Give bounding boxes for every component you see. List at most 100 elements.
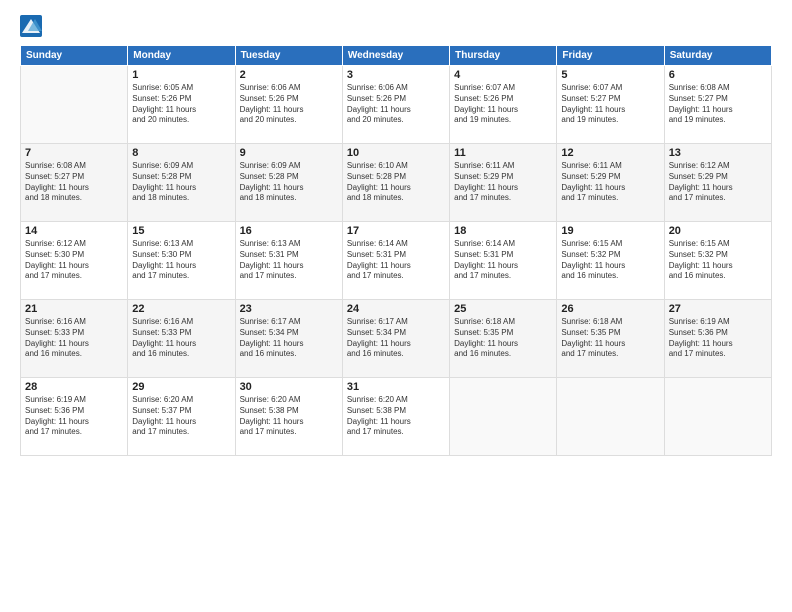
day-number: 20: [669, 225, 767, 237]
weekday-header: Saturday: [664, 46, 771, 66]
day-number: 23: [240, 303, 338, 315]
calendar-cell: 18 Sunrise: 6:14 AMSunset: 5:31 PMDayligh…: [450, 222, 557, 300]
day-number: 13: [669, 147, 767, 159]
calendar-cell: 26Sunrise: 6:18 AMSunset: 5:35 PMDayligh…: [557, 300, 664, 378]
day-info: Sunrise: 6:13 AMSunset: 5:31 PMDaylight:…: [240, 239, 338, 282]
day-info: Sunrise: 6:20 AMSunset: 5:37 PMDaylight:…: [132, 395, 230, 438]
calendar-cell: 28 Sunrise: 6:19 AMSunset: 5:36 PMDayligh…: [21, 378, 128, 456]
calendar-cell: 14Sunrise: 6:12 AMSunset: 5:30 PMDayligh…: [21, 222, 128, 300]
day-number: 5: [561, 69, 659, 81]
calendar-cell: 22 Sunrise: 6:16 AMSunset: 5:33 PMDayligh…: [128, 300, 235, 378]
calendar-cell: 16Sunrise: 6:13 AMSunset: 5:31 PMDayligh…: [235, 222, 342, 300]
day-number: 28: [25, 381, 123, 393]
calendar-cell: 27 Sunrise: 6:19 AMSunset: 5:36 PMDayligh…: [664, 300, 771, 378]
day-info: Sunrise: 6:19 AMSunset: 5:36 PMDaylight:…: [669, 317, 767, 360]
calendar-cell: 5 Sunrise: 6:07 AMSunset: 5:27 PMDaylight…: [557, 66, 664, 144]
day-info: Sunrise: 6:14 AMSunset: 5:31 PMDaylight:…: [347, 239, 445, 282]
weekday-header: Sunday: [21, 46, 128, 66]
calendar-cell: 1Sunrise: 6:05 AMSunset: 5:26 PMDaylight…: [128, 66, 235, 144]
calendar-cell: 23 Sunrise: 6:17 AMSunset: 5:34 PMDayligh…: [235, 300, 342, 378]
day-number: 12: [561, 147, 659, 159]
calendar-cell: 7 Sunrise: 6:08 AMSunset: 5:27 PMDaylight…: [21, 144, 128, 222]
day-info: Sunrise: 6:17 AMSunset: 5:34 PMDaylight:…: [347, 317, 445, 360]
day-info: Sunrise: 6:07 AMSunset: 5:26 PMDaylight:…: [454, 83, 552, 126]
calendar-cell: 10 Sunrise: 6:10 AMSunset: 5:28 PMDayligh…: [342, 144, 449, 222]
logo: [20, 15, 42, 37]
calendar-week-row: 21Sunrise: 6:16 AMSunset: 5:33 PMDayligh…: [21, 300, 772, 378]
day-info: Sunrise: 6:18 AMSunset: 5:35 PMDaylight:…: [454, 317, 552, 360]
calendar-week-row: 28 Sunrise: 6:19 AMSunset: 5:36 PMDayligh…: [21, 378, 772, 456]
day-info: Sunrise: 6:08 AMSunset: 5:27 PMDaylight:…: [669, 83, 767, 126]
calendar-week-row: 1Sunrise: 6:05 AMSunset: 5:26 PMDaylight…: [21, 66, 772, 144]
day-number: 14: [25, 225, 123, 237]
calendar-week-row: 7 Sunrise: 6:08 AMSunset: 5:27 PMDaylight…: [21, 144, 772, 222]
calendar-cell: 2 Sunrise: 6:06 AMSunset: 5:26 PMDaylight…: [235, 66, 342, 144]
calendar-cell: [664, 378, 771, 456]
header: [20, 15, 772, 37]
calendar-cell: [557, 378, 664, 456]
calendar-cell: 29Sunrise: 6:20 AMSunset: 5:37 PMDayligh…: [128, 378, 235, 456]
calendar-cell: 11Sunrise: 6:11 AMSunset: 5:29 PMDayligh…: [450, 144, 557, 222]
calendar-cell: 31 Sunrise: 6:20 AMSunset: 5:38 PMDayligh…: [342, 378, 449, 456]
day-number: 24: [347, 303, 445, 315]
day-number: 17: [347, 225, 445, 237]
day-info: Sunrise: 6:06 AMSunset: 5:26 PMDaylight:…: [240, 83, 338, 126]
day-info: Sunrise: 6:13 AMSunset: 5:30 PMDaylight:…: [132, 239, 230, 282]
day-number: 10: [347, 147, 445, 159]
day-number: 3: [347, 69, 445, 81]
calendar-cell: 25 Sunrise: 6:18 AMSunset: 5:35 PMDayligh…: [450, 300, 557, 378]
day-number: 31: [347, 381, 445, 393]
day-number: 9: [240, 147, 338, 159]
day-info: Sunrise: 6:09 AMSunset: 5:28 PMDaylight:…: [240, 161, 338, 204]
calendar-cell: 17 Sunrise: 6:14 AMSunset: 5:31 PMDayligh…: [342, 222, 449, 300]
calendar-header-row: SundayMondayTuesdayWednesdayThursdayFrid…: [21, 46, 772, 66]
day-info: Sunrise: 6:16 AMSunset: 5:33 PMDaylight:…: [25, 317, 123, 360]
day-number: 27: [669, 303, 767, 315]
day-info: Sunrise: 6:05 AMSunset: 5:26 PMDaylight:…: [132, 83, 230, 126]
calendar-cell: 13 Sunrise: 6:12 AMSunset: 5:29 PMDayligh…: [664, 144, 771, 222]
day-number: 2: [240, 69, 338, 81]
page: SundayMondayTuesdayWednesdayThursdayFrid…: [0, 0, 792, 612]
day-number: 25: [454, 303, 552, 315]
day-info: Sunrise: 6:17 AMSunset: 5:34 PMDaylight:…: [240, 317, 338, 360]
weekday-header: Thursday: [450, 46, 557, 66]
day-number: 30: [240, 381, 338, 393]
day-info: Sunrise: 6:15 AMSunset: 5:32 PMDaylight:…: [561, 239, 659, 282]
day-info: Sunrise: 6:19 AMSunset: 5:36 PMDaylight:…: [25, 395, 123, 438]
weekday-header: Monday: [128, 46, 235, 66]
calendar-cell: 6 Sunrise: 6:08 AMSunset: 5:27 PMDaylight…: [664, 66, 771, 144]
calendar-week-row: 14Sunrise: 6:12 AMSunset: 5:30 PMDayligh…: [21, 222, 772, 300]
calendar-cell: 24 Sunrise: 6:17 AMSunset: 5:34 PMDayligh…: [342, 300, 449, 378]
day-info: Sunrise: 6:10 AMSunset: 5:28 PMDaylight:…: [347, 161, 445, 204]
day-info: Sunrise: 6:20 AMSunset: 5:38 PMDaylight:…: [240, 395, 338, 438]
calendar-cell: 4 Sunrise: 6:07 AMSunset: 5:26 PMDaylight…: [450, 66, 557, 144]
day-info: Sunrise: 6:16 AMSunset: 5:33 PMDaylight:…: [132, 317, 230, 360]
calendar-cell: 12Sunrise: 6:11 AMSunset: 5:29 PMDayligh…: [557, 144, 664, 222]
day-number: 15: [132, 225, 230, 237]
day-info: Sunrise: 6:09 AMSunset: 5:28 PMDaylight:…: [132, 161, 230, 204]
calendar-cell: 9 Sunrise: 6:09 AMSunset: 5:28 PMDaylight…: [235, 144, 342, 222]
day-info: Sunrise: 6:18 AMSunset: 5:35 PMDaylight:…: [561, 317, 659, 360]
day-info: Sunrise: 6:07 AMSunset: 5:27 PMDaylight:…: [561, 83, 659, 126]
day-info: Sunrise: 6:14 AMSunset: 5:31 PMDaylight:…: [454, 239, 552, 282]
weekday-header: Tuesday: [235, 46, 342, 66]
calendar-cell: 15 Sunrise: 6:13 AMSunset: 5:30 PMDayligh…: [128, 222, 235, 300]
day-number: 22: [132, 303, 230, 315]
day-info: Sunrise: 6:20 AMSunset: 5:38 PMDaylight:…: [347, 395, 445, 438]
calendar-cell: [21, 66, 128, 144]
calendar-cell: 21Sunrise: 6:16 AMSunset: 5:33 PMDayligh…: [21, 300, 128, 378]
calendar-cell: 3Sunrise: 6:06 AMSunset: 5:26 PMDaylight…: [342, 66, 449, 144]
logo-icon: [20, 15, 42, 37]
day-number: 7: [25, 147, 123, 159]
day-number: 8: [132, 147, 230, 159]
day-number: 18: [454, 225, 552, 237]
day-number: 4: [454, 69, 552, 81]
day-info: Sunrise: 6:15 AMSunset: 5:32 PMDaylight:…: [669, 239, 767, 282]
day-number: 6: [669, 69, 767, 81]
calendar-cell: 20 Sunrise: 6:15 AMSunset: 5:32 PMDayligh…: [664, 222, 771, 300]
calendar-cell: 19Sunrise: 6:15 AMSunset: 5:32 PMDayligh…: [557, 222, 664, 300]
weekday-header: Wednesday: [342, 46, 449, 66]
day-number: 11: [454, 147, 552, 159]
day-info: Sunrise: 6:12 AMSunset: 5:29 PMDaylight:…: [669, 161, 767, 204]
day-info: Sunrise: 6:08 AMSunset: 5:27 PMDaylight:…: [25, 161, 123, 204]
